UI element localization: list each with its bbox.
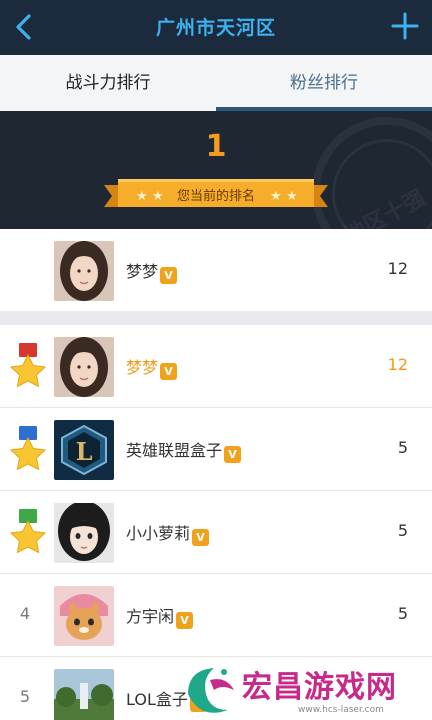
username[interactable]: 梦梦 V — [126, 354, 178, 380]
fan-count: 5 — [397, 438, 408, 457]
avatar[interactable] — [54, 337, 114, 397]
avatar[interactable] — [54, 241, 114, 301]
username[interactable]: 梦梦 V — [126, 258, 178, 284]
my-rank-label: 您当前的排名 — [176, 189, 255, 204]
site-watermark: 宏昌游戏网 www.hcs-laser.com — [180, 660, 432, 720]
username[interactable]: 小小萝莉 V — [126, 520, 210, 546]
watermark-logo-icon — [188, 668, 234, 713]
top-bar: 广州市天河区 — [0, 0, 432, 55]
avatar[interactable] — [54, 503, 114, 563]
rank-number: 5 — [19, 687, 31, 706]
tab-fans[interactable]: 粉丝排行 — [216, 55, 432, 111]
fan-count: 5 — [397, 604, 408, 623]
rank-number: 2 — [24, 414, 32, 427]
rank-ribbon: ★ ★ ★ ★ 您当前的排名 — [104, 177, 328, 211]
fan-count: 12 — [387, 259, 408, 278]
verified-badge-icon: V — [160, 363, 178, 380]
tab-combat-power[interactable]: 战斗力排行 — [0, 55, 216, 111]
verified-badge-icon: V — [160, 267, 178, 284]
list-item[interactable]: 1 梦梦 V 12 — [0, 325, 432, 408]
list-item[interactable]: 4 方宇闲 V 5 — [0, 574, 432, 657]
my-rank-number: 1 — [205, 129, 227, 164]
avatar[interactable] — [54, 669, 114, 720]
avatar[interactable] — [54, 586, 114, 646]
watermark-text: 宏昌游戏网 — [242, 670, 397, 705]
my-rank-banner: 地区十强 1 ★ ★ ★ ★ 您当前的排名 — [0, 111, 432, 229]
verified-badge-icon: V — [224, 446, 242, 463]
bronze-medal-icon — [9, 509, 47, 554]
gold-medal-icon — [9, 343, 47, 388]
tab-bar: 战斗力排行 粉丝排行 — [0, 55, 432, 111]
username[interactable]: 方宇闲 V — [126, 603, 194, 629]
rank-number: 3 — [24, 497, 32, 510]
fan-count: 12 — [387, 355, 408, 374]
username[interactable]: 英雄联盟盒子 V — [126, 437, 242, 463]
rank-number: 1 — [24, 331, 32, 344]
page-title: 广州市天河区 — [155, 17, 276, 39]
list-item[interactable]: 2 L 英雄联盟盒子 V 5 — [0, 408, 432, 491]
section-divider — [0, 311, 432, 325]
plus-icon[interactable] — [390, 11, 420, 41]
list-item[interactable]: 3 小小萝莉 V 5 — [0, 491, 432, 574]
verified-badge-icon: V — [176, 612, 194, 629]
rank-number: 4 — [19, 604, 31, 623]
my-rank-row[interactable]: 梦梦 V 12 — [0, 229, 432, 311]
svg-text:L: L — [76, 437, 93, 466]
fan-count: 5 — [397, 521, 408, 540]
verified-badge-icon: V — [192, 529, 210, 546]
avatar[interactable]: L — [54, 420, 114, 480]
watermark-url: www.hcs-laser.com — [298, 705, 384, 715]
silver-medal-icon — [9, 426, 47, 471]
